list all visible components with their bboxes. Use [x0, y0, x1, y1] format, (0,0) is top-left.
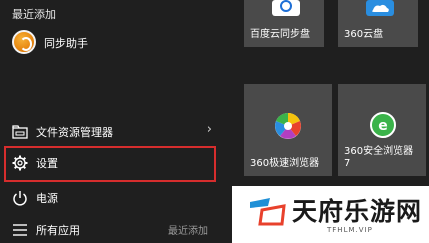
settings-highlight-box	[4, 146, 216, 182]
tile-label: 360极速浏览器	[250, 158, 320, 169]
watermark-sub-text: TFHLM.VIP	[327, 226, 373, 234]
recent-added-faded-label: 最近添加	[168, 226, 208, 237]
tongbu-assistant-icon	[12, 30, 36, 54]
menu-item-power[interactable]: 电源	[0, 185, 232, 211]
svg-text:e: e	[378, 118, 388, 134]
menu-item-label: 文件资源管理器	[36, 126, 113, 139]
menu-item-label: 所有应用	[36, 224, 80, 237]
tile-baidu-cloud[interactable]: 百度云同步盘	[244, 0, 324, 47]
recent-item-tongbu[interactable]: 同步助手	[8, 30, 218, 58]
tile-360-cloud[interactable]: 360云盘	[338, 0, 418, 47]
watermark-main-text: 天府乐游网	[292, 197, 423, 226]
tile-360-safe-browser[interactable]: e 360安全浏览器 7	[338, 84, 426, 176]
menu-item-file-explorer[interactable]: 文件资源管理器 ›	[0, 119, 232, 145]
file-explorer-icon	[12, 125, 28, 139]
recent-item-label: 同步助手	[44, 37, 88, 50]
recent-section-label: 最近添加	[12, 8, 56, 21]
360-cloud-icon	[366, 0, 394, 16]
360-speed-browser-icon	[275, 113, 301, 139]
watermark-banner: 天府乐游网 TFHLM.VIP	[232, 186, 429, 243]
tile-label: 360安全浏览器 7	[344, 146, 414, 169]
360-safe-browser-icon: e	[370, 112, 396, 138]
baidu-cloud-icon	[272, 0, 300, 16]
all-apps-icon	[13, 224, 27, 236]
power-icon	[13, 191, 27, 206]
site-logo-icon	[250, 198, 286, 226]
tile-360-speed-browser[interactable]: 360极速浏览器	[244, 84, 332, 176]
chevron-right-icon[interactable]: ›	[207, 122, 212, 137]
tile-label: 百度云同步盘	[250, 29, 310, 40]
tile-label: 360云盘	[344, 29, 384, 40]
menu-item-label: 电源	[36, 192, 58, 205]
